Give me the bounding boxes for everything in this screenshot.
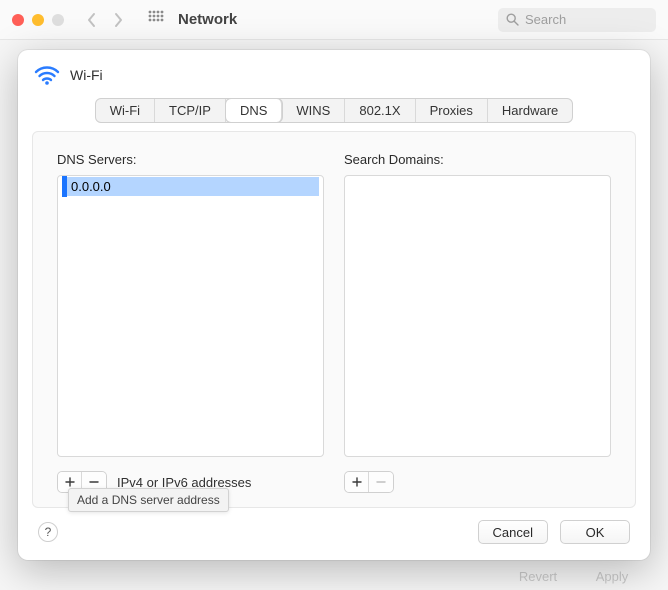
window-toolbar: Network Search: [0, 0, 668, 40]
tab-wins[interactable]: WINS: [282, 99, 345, 122]
background-buttons: Revert Apply: [506, 566, 644, 586]
show-all-icon[interactable]: [148, 10, 164, 29]
nav-arrows: [86, 12, 124, 28]
tab-tcp-ip[interactable]: TCP/IP: [155, 99, 226, 122]
search-domains-column: Search Domains:: [344, 152, 611, 493]
close-window-button[interactable]: [12, 14, 24, 26]
domains-add-button[interactable]: [345, 472, 369, 492]
domains-remove-button[interactable]: [369, 472, 393, 492]
search-placeholder: Search: [525, 12, 566, 27]
traffic-lights: [12, 14, 64, 26]
revert-button-bg: Revert: [506, 566, 570, 586]
ok-button[interactable]: OK: [560, 520, 630, 544]
back-button[interactable]: [86, 12, 96, 28]
search-domains-list[interactable]: [344, 175, 611, 457]
zoom-window-button[interactable]: [52, 14, 64, 26]
tab-dns[interactable]: DNS: [226, 99, 282, 122]
tab-wi-fi[interactable]: Wi-Fi: [96, 99, 155, 122]
apply-button-bg: Apply: [580, 566, 644, 586]
dns-entry-input[interactable]: [67, 177, 319, 196]
dns-servers-label: DNS Servers:: [57, 152, 324, 167]
tab-proxies[interactable]: Proxies: [416, 99, 488, 122]
tab-strip: Wi-FiTCP/IPDNSWINS802.1XProxiesHardware: [34, 98, 634, 123]
search-field[interactable]: Search: [498, 8, 656, 32]
search-domains-label: Search Domains:: [344, 152, 611, 167]
dns-entry-row[interactable]: [58, 176, 323, 197]
dns-servers-list[interactable]: [57, 175, 324, 457]
search-icon: [506, 13, 519, 26]
window-title: Network: [178, 11, 237, 28]
sheet-title: Wi-Fi: [70, 67, 103, 83]
wifi-icon: [34, 64, 60, 86]
dns-servers-column: DNS Servers: IPv4 or IPv6 addresses: [57, 152, 324, 493]
help-button[interactable]: ?: [38, 522, 58, 542]
domains-plusminus: [344, 471, 394, 493]
cancel-button[interactable]: Cancel: [478, 520, 548, 544]
advanced-sheet: Wi-Fi Wi-FiTCP/IPDNSWINS802.1XProxiesHar…: [18, 50, 650, 560]
minimize-window-button[interactable]: [32, 14, 44, 26]
forward-button[interactable]: [114, 12, 124, 28]
add-dns-tooltip: Add a DNS server address: [68, 488, 229, 512]
tab-hardware[interactable]: Hardware: [488, 99, 572, 122]
tab-802-1x[interactable]: 802.1X: [345, 99, 415, 122]
